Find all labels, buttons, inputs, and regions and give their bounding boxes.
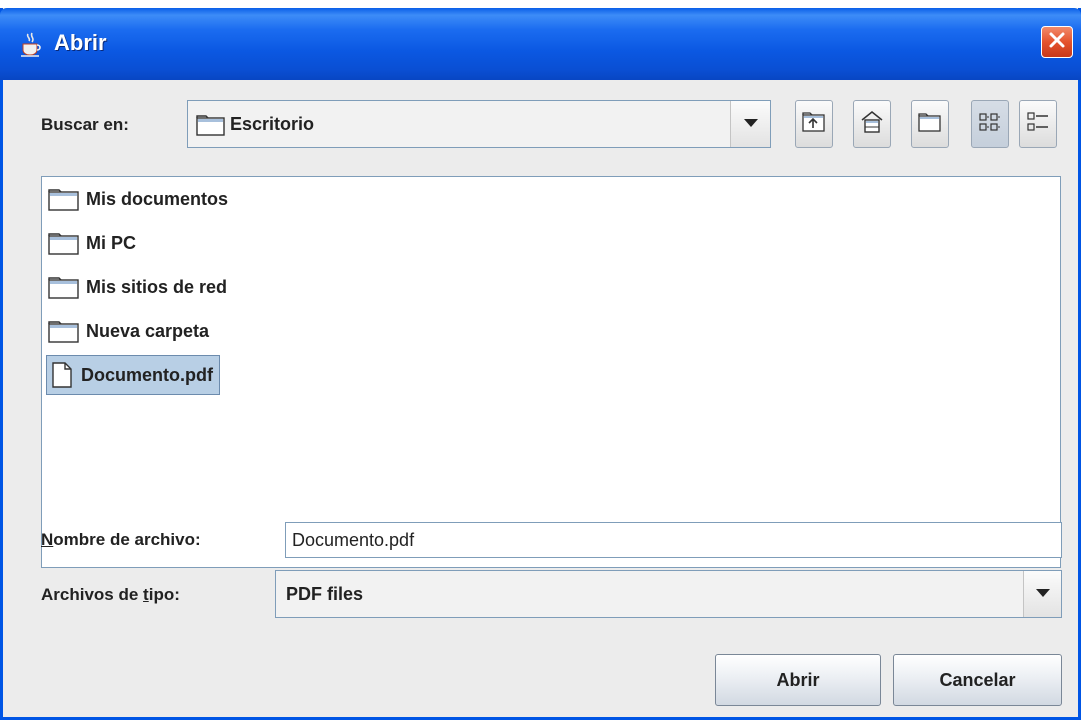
java-cup-icon (20, 32, 42, 57)
close-button[interactable] (1041, 26, 1073, 58)
title-bar[interactable]: Abrir (0, 8, 1081, 80)
list-view-icon (977, 110, 1003, 139)
filetype-dropdown-button[interactable] (1023, 571, 1061, 617)
chevron-down-icon (743, 115, 759, 133)
folder-icon (48, 231, 80, 255)
up-one-level-button[interactable] (795, 100, 833, 148)
filename-input[interactable] (285, 522, 1062, 558)
list-item-selected[interactable]: Documento.pdf (46, 355, 220, 395)
folder-icon (48, 275, 80, 299)
close-icon (1048, 31, 1066, 54)
details-view-icon (1025, 110, 1051, 139)
window-title: Abrir (54, 30, 107, 55)
dialog-content: Buscar en: Escritorio Mis documentos Mi … (3, 80, 1078, 717)
list-item-label: Nueva carpeta (86, 320, 210, 341)
new-folder-icon (917, 111, 943, 138)
folder-icon (48, 319, 80, 343)
open-dialog: Abrir Buscar en: Escritorio Mis document… (0, 8, 1081, 720)
lookin-dropdown-button[interactable] (730, 101, 770, 147)
list-item-label: Documento.pdf (81, 364, 213, 385)
lookin-value: Escritorio (230, 114, 315, 134)
list-item[interactable]: Mis sitios de red (46, 267, 233, 307)
filetype-combobox[interactable]: PDF files (275, 570, 1062, 618)
up-folder-icon (801, 110, 827, 139)
home-icon (859, 109, 885, 140)
lookin-label: Buscar en: (41, 115, 129, 134)
filename-label: Nombre de archivo: (41, 530, 201, 549)
cancel-button[interactable]: Cancelar (893, 654, 1062, 706)
details-view-button[interactable] (1019, 100, 1057, 148)
open-button[interactable]: Abrir (715, 654, 881, 706)
home-button[interactable] (853, 100, 891, 148)
folder-icon (48, 187, 80, 211)
filetype-value: PDF files (286, 584, 364, 604)
lookin-combobox[interactable]: Escritorio (187, 100, 771, 148)
list-item-label: Mis documentos (86, 188, 229, 209)
list-item[interactable]: Mi PC (46, 223, 142, 263)
filetype-label: Archivos de tipo: (41, 585, 180, 604)
list-item[interactable]: Nueva carpeta (46, 311, 215, 351)
list-item-label: Mi PC (86, 232, 137, 253)
list-item[interactable]: Mis documentos (46, 179, 234, 219)
file-icon (49, 361, 75, 389)
list-item-label: Mis sitios de red (86, 276, 228, 297)
file-list[interactable]: Mis documentos Mi PC Mis sitios de red N… (41, 176, 1061, 568)
new-folder-button[interactable] (911, 100, 949, 148)
folder-icon (196, 114, 226, 141)
list-view-button[interactable] (971, 100, 1009, 148)
chevron-down-icon (1035, 585, 1051, 603)
